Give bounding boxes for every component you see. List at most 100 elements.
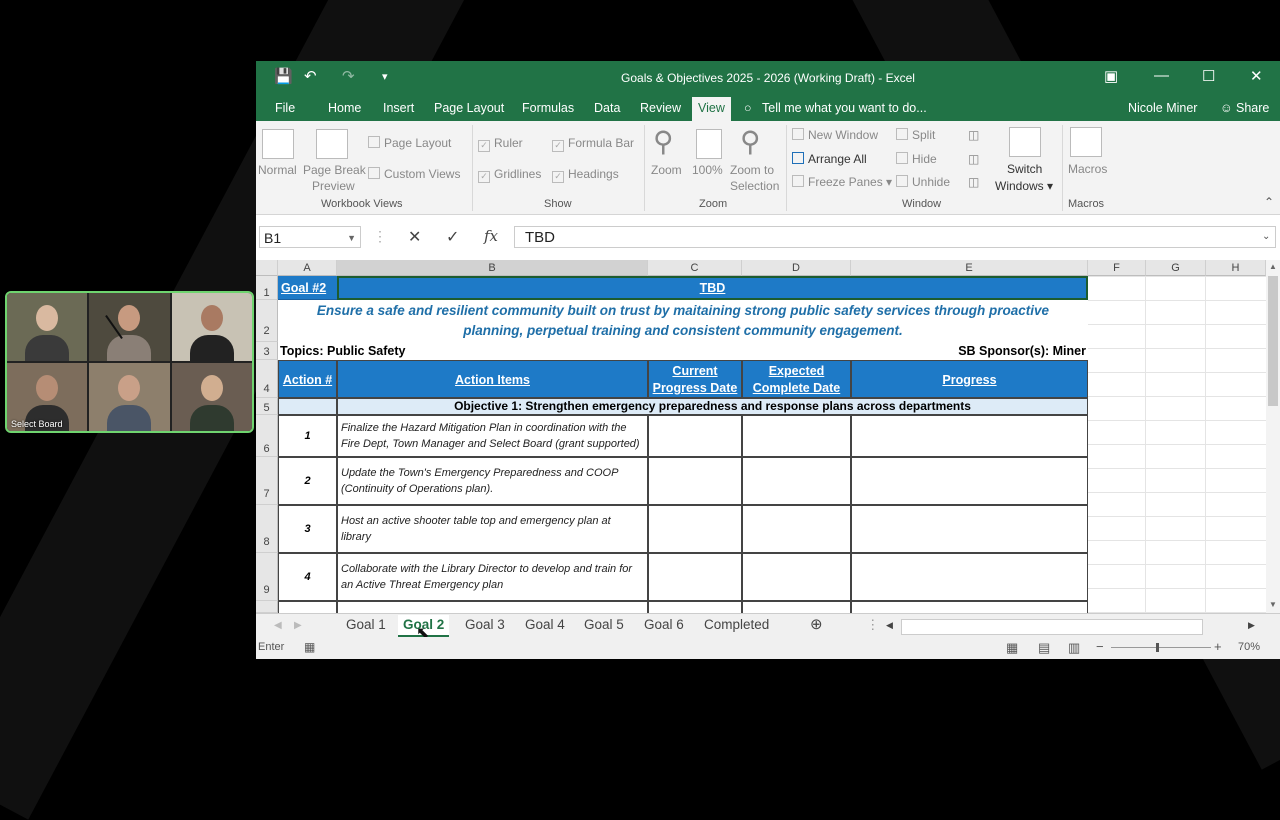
expected-complete-date-cell[interactable] bbox=[742, 457, 851, 505]
action-item-cell[interactable]: Update the Town's Emergency Preparedness… bbox=[337, 457, 648, 505]
collapse-ribbon-icon[interactable]: ⌃ bbox=[1264, 195, 1274, 209]
objective-row[interactable]: Objective 1: Strengthen emergency prepar… bbox=[337, 398, 1088, 415]
goal-number-cell[interactable]: Goal #2 bbox=[278, 276, 337, 300]
share-button[interactable]: Share bbox=[1236, 101, 1269, 115]
close-icon[interactable]: ✕ bbox=[1250, 67, 1263, 85]
tab-formulas[interactable]: Formulas bbox=[522, 101, 574, 115]
column-header[interactable]: F bbox=[1088, 260, 1146, 276]
column-header[interactable]: D bbox=[742, 260, 851, 276]
tab-home[interactable]: Home bbox=[328, 101, 361, 115]
sheet-tab-goal-3[interactable]: Goal 3 bbox=[465, 617, 505, 632]
progress-cell[interactable] bbox=[851, 505, 1088, 553]
normal-view-status-icon[interactable]: ▦ bbox=[1006, 640, 1018, 656]
table-cell[interactable] bbox=[278, 601, 337, 613]
sheet-tab-goal-1[interactable]: Goal 1 bbox=[346, 617, 386, 632]
column-header[interactable]: H bbox=[1206, 260, 1266, 276]
row-header[interactable]: 3 bbox=[256, 342, 278, 360]
action-number-cell[interactable]: 2 bbox=[278, 457, 337, 505]
horizontal-scroll-thumb[interactable] bbox=[901, 619, 1203, 635]
zoom-icon[interactable]: ⚲ bbox=[653, 125, 674, 158]
column-header[interactable]: B bbox=[337, 260, 648, 276]
column-header[interactable]: C bbox=[648, 260, 742, 276]
name-box[interactable]: B1 ▼ bbox=[259, 226, 361, 248]
action-item-cell[interactable]: Finalize the Hazard Mitigation Plan in c… bbox=[337, 415, 648, 457]
action-number-header[interactable]: Action # bbox=[278, 360, 337, 398]
normal-view-button[interactable]: Normal bbox=[258, 163, 297, 177]
expected-complete-date-cell[interactable] bbox=[742, 415, 851, 457]
current-progress-date-cell[interactable] bbox=[648, 553, 742, 601]
current-progress-date-cell[interactable] bbox=[648, 457, 742, 505]
zoom-100-icon[interactable] bbox=[696, 129, 722, 159]
zoom-level[interactable]: 70% bbox=[1238, 641, 1260, 653]
scroll-left-icon[interactable]: ◀ bbox=[886, 620, 893, 631]
objective-cell-a[interactable] bbox=[278, 398, 337, 415]
switch-windows-button[interactable]: Switch bbox=[1007, 162, 1042, 176]
zoom-to-selection-button[interactable]: Zoom to bbox=[730, 163, 774, 177]
column-header[interactable]: E bbox=[851, 260, 1088, 276]
scroll-thumb[interactable] bbox=[1268, 276, 1278, 406]
table-cell[interactable] bbox=[851, 601, 1088, 613]
table-cell[interactable] bbox=[648, 601, 742, 613]
action-item-cell[interactable]: Collaborate with the Library Director to… bbox=[337, 553, 648, 601]
function-icon[interactable]: fx bbox=[484, 227, 498, 245]
progress-cell[interactable] bbox=[851, 457, 1088, 505]
table-cell[interactable] bbox=[742, 601, 851, 613]
ruler-checkbox[interactable]: ✓ Ruler bbox=[478, 136, 523, 152]
row-header[interactable]: 2 bbox=[256, 300, 278, 342]
custom-views-button[interactable]: Custom Views bbox=[368, 167, 460, 181]
current-progress-date-cell[interactable] bbox=[648, 505, 742, 553]
cancel-icon[interactable]: ✕ bbox=[408, 227, 421, 247]
normal-view-icon[interactable] bbox=[262, 129, 294, 159]
tab-file[interactable]: File bbox=[275, 101, 295, 115]
expected-complete-date-cell[interactable] bbox=[742, 505, 851, 553]
scroll-up-icon[interactable]: ▲ bbox=[1269, 262, 1277, 271]
headings-checkbox[interactable]: ✓ Headings bbox=[552, 167, 619, 183]
row-header[interactable]: 1 bbox=[256, 276, 278, 300]
enter-check-icon[interactable]: ✓ bbox=[446, 227, 459, 247]
zoom-slider[interactable] bbox=[1111, 647, 1211, 648]
expected-complete-header[interactable]: Expected Complete Date bbox=[742, 360, 851, 398]
current-progress-date-cell[interactable] bbox=[648, 415, 742, 457]
tab-review[interactable]: Review bbox=[640, 101, 681, 115]
page-layout-status-icon[interactable]: ▤ bbox=[1038, 640, 1050, 656]
row-header[interactable]: 5 bbox=[256, 398, 278, 415]
progress-header[interactable]: Progress bbox=[851, 360, 1088, 398]
new-window-button[interactable]: New Window bbox=[792, 128, 878, 142]
ribbon-display-icon[interactable]: ▣ bbox=[1104, 67, 1118, 85]
zoom-in-icon[interactable]: + bbox=[1214, 639, 1222, 654]
expand-formula-icon[interactable]: ⌄ bbox=[1262, 231, 1270, 242]
row-header[interactable]: 7 bbox=[256, 457, 278, 505]
column-header[interactable]: G bbox=[1146, 260, 1206, 276]
action-number-cell[interactable]: 1 bbox=[278, 415, 337, 457]
synchronous-scroll-icon[interactable]: ◫ bbox=[968, 152, 979, 166]
sponsor-cell[interactable]: SB Sponsor(s): Miner bbox=[851, 342, 1086, 360]
column-header[interactable]: A bbox=[278, 260, 337, 276]
topics-cell[interactable]: Topics: Public Safety bbox=[280, 342, 580, 360]
next-sheet-icon[interactable]: ▶ bbox=[294, 620, 302, 631]
add-sheet-icon[interactable]: ⊕ bbox=[810, 615, 823, 633]
macros-icon[interactable] bbox=[1070, 127, 1102, 157]
page-layout-view-button[interactable]: Page Layout bbox=[368, 136, 451, 150]
zoom-out-icon[interactable]: − bbox=[1096, 639, 1104, 654]
action-items-header[interactable]: Action Items bbox=[337, 360, 648, 398]
selected-cell-b1[interactable]: TBD bbox=[337, 276, 1088, 300]
action-number-cell[interactable]: 4 bbox=[278, 553, 337, 601]
switch-windows-icon[interactable] bbox=[1009, 127, 1041, 157]
page-break-icon[interactable] bbox=[316, 129, 348, 159]
sheet-tab-goal-5[interactable]: Goal 5 bbox=[584, 617, 624, 632]
table-cell[interactable] bbox=[337, 601, 648, 613]
tab-view[interactable]: View bbox=[692, 97, 731, 121]
macros-button[interactable]: Macros bbox=[1068, 162, 1107, 176]
hide-button[interactable]: Hide bbox=[896, 152, 937, 166]
row-header[interactable]: 6 bbox=[256, 415, 278, 457]
tab-splitter-icon[interactable]: ⋮ bbox=[866, 617, 880, 633]
sheet-tab-goal-6[interactable]: Goal 6 bbox=[644, 617, 684, 632]
scroll-down-icon[interactable]: ▼ bbox=[1269, 600, 1277, 609]
row-header[interactable]: 9 bbox=[256, 553, 278, 601]
empty-cells[interactable] bbox=[1088, 276, 1266, 613]
split-button[interactable]: Split bbox=[896, 128, 935, 142]
select-all-corner[interactable] bbox=[256, 260, 278, 276]
maximize-icon[interactable]: ☐ bbox=[1202, 67, 1215, 85]
zoom-selection-icon[interactable]: ⚲ bbox=[740, 125, 761, 158]
progress-cell[interactable] bbox=[851, 553, 1088, 601]
